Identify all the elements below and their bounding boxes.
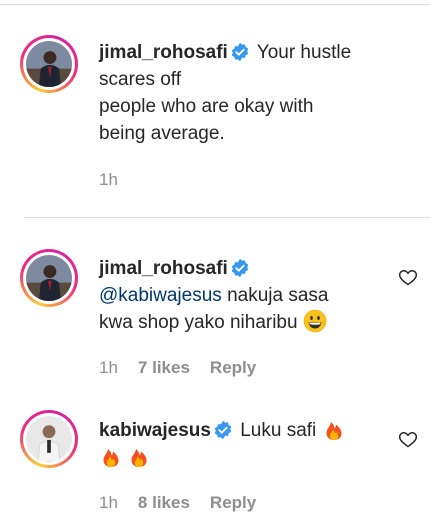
caption-divider: [24, 217, 430, 218]
comment-text: being average.: [99, 123, 225, 144]
verified-badge-icon: [213, 420, 233, 440]
comment-body: kabiwajesus Luku safi: [99, 417, 386, 471]
likes-count[interactable]: 7 likes: [138, 358, 190, 378]
comment-meta: 1h 8 likes Reply: [99, 493, 256, 513]
avatar[interactable]: [20, 35, 78, 93]
avatar-photo: [26, 416, 72, 462]
heart-icon[interactable]: [398, 429, 418, 449]
fire-emoji: [127, 444, 151, 468]
comment-text: kwa shop yako niharibu: [99, 312, 303, 333]
avatar[interactable]: [20, 249, 78, 307]
comment-body: jimal_rohosafi @kabiwajesus nakuja sasa …: [99, 255, 386, 336]
comment-text: scares off: [99, 69, 182, 90]
likes-count[interactable]: 8 likes: [138, 493, 190, 513]
comment-text: Your hustle: [256, 42, 352, 63]
comment-meta: 1h 7 likes Reply: [99, 358, 256, 378]
avatar-photo: [26, 255, 72, 301]
avatar[interactable]: [20, 410, 78, 468]
comment-text: Luku safi: [240, 420, 322, 441]
comment-username[interactable]: jimal_rohosafi: [99, 258, 228, 279]
comment-text: people who are okay with: [99, 96, 314, 117]
verified-badge-icon: [230, 258, 250, 278]
fire-emoji: [99, 444, 123, 468]
reply-button[interactable]: Reply: [210, 493, 256, 513]
mention-link[interactable]: @kabiwajesus: [99, 285, 222, 306]
comment-meta: 1h: [99, 170, 118, 190]
comment-time: 1h: [99, 358, 118, 377]
avatar-photo: [26, 41, 72, 87]
grinning-face-emoji: [303, 309, 327, 333]
comment-text: nakuja sasa: [221, 285, 329, 306]
comment-time: 1h: [99, 170, 118, 189]
comment-time: 1h: [99, 493, 118, 512]
fire-emoji: [322, 417, 346, 441]
top-divider: [0, 4, 430, 5]
verified-badge-icon: [230, 42, 250, 62]
comment-username[interactable]: kabiwajesus: [99, 420, 211, 441]
comment-username[interactable]: jimal_rohosafi: [99, 42, 228, 63]
reply-button[interactable]: Reply: [210, 358, 256, 378]
comment-body: jimal_rohosafi Your hustle scares off pe…: [99, 39, 386, 147]
heart-icon[interactable]: [398, 267, 418, 287]
